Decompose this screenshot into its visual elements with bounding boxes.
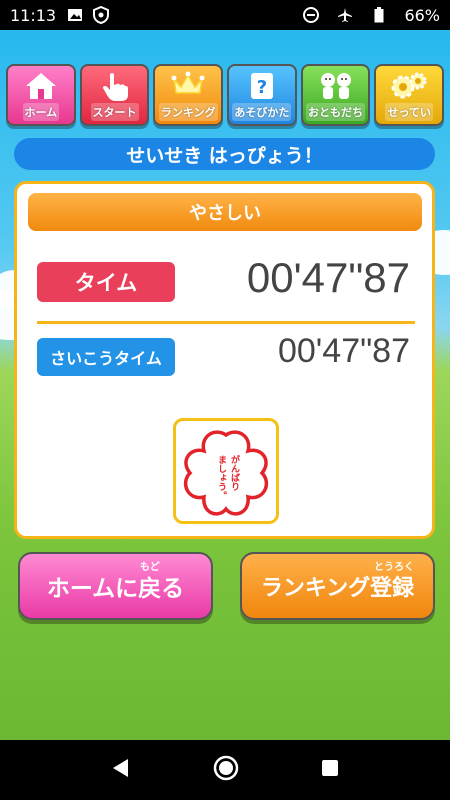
top-nav: ホーム スタート ランキング ? あそびかた おともだち せってい [6, 64, 445, 126]
result-card: やさしい タイム 00'47"87 さいこうタイム 00'47"87 がんばり … [14, 181, 435, 539]
battery-percent: 66% [404, 5, 440, 25]
battery-icon [370, 6, 388, 24]
back-icon[interactable] [110, 757, 132, 783]
ranking-register-label: ランキング登録 [260, 576, 415, 601]
back-home-button[interactable]: もど ホームに戻る [18, 552, 213, 620]
flower-stamp-icon: がんばり ましょう。 [183, 430, 269, 516]
system-nav-bar [0, 740, 450, 800]
home-circle-icon[interactable] [212, 754, 240, 786]
nav-home-label: ホーム [22, 103, 60, 121]
hand-pointer-icon [100, 71, 130, 107]
back-home-ruby: もど [140, 562, 160, 573]
shield-icon [92, 6, 110, 24]
gears-icon [390, 71, 428, 105]
best-time-label: さいこうタイム [37, 338, 175, 376]
nav-settings-label: せってい [385, 103, 433, 121]
airplane-icon [336, 6, 354, 24]
ranking-register-ruby: とうろく [374, 562, 414, 573]
divider [37, 321, 415, 324]
nav-friends-label: おともだち [306, 103, 366, 121]
house-icon [24, 71, 58, 105]
time-value: 00'47"87 [246, 254, 410, 301]
time-label: タイム [37, 262, 175, 302]
nav-friends-button[interactable]: おともだち [300, 64, 371, 126]
question-icon: ? [249, 71, 275, 105]
nav-start-button[interactable]: スタート [79, 64, 150, 126]
friends-icon [316, 71, 356, 105]
nav-home-button[interactable]: ホーム [6, 64, 76, 126]
nav-ranking-button[interactable]: ランキング [153, 64, 224, 126]
back-home-label: ホームに戻る [46, 576, 185, 602]
nav-ranking-label: ランキング [158, 103, 218, 121]
app-screen: ホーム スタート ランキング ? あそびかた おともだち せってい せいせき は… [0, 30, 450, 740]
minus-circle-icon [302, 6, 320, 24]
nav-settings-button[interactable]: せってい [374, 64, 445, 126]
difficulty-label: やさしい [28, 193, 422, 231]
nav-howto-button[interactable]: ? あそびかた [227, 64, 297, 126]
status-bar: 11:13 66% [0, 0, 450, 30]
best-time-value: 00'47"87 [277, 332, 410, 370]
results-banner: せいせき はっぴょう！ [14, 138, 435, 170]
ranking-register-button[interactable]: とうろく ランキング登録 [240, 552, 435, 620]
stamp-text-1: がんばり [229, 454, 240, 491]
stamp-text-2: ましょう。 [216, 455, 226, 500]
recents-icon[interactable] [320, 758, 340, 782]
nav-howto-label: あそびかた [232, 103, 292, 121]
status-time: 11:13 [10, 5, 57, 25]
crown-icon [171, 71, 205, 101]
image-icon [66, 6, 84, 24]
evaluation-stamp: がんばり ましょう。 [173, 418, 279, 524]
svg-text:?: ? [257, 77, 267, 98]
